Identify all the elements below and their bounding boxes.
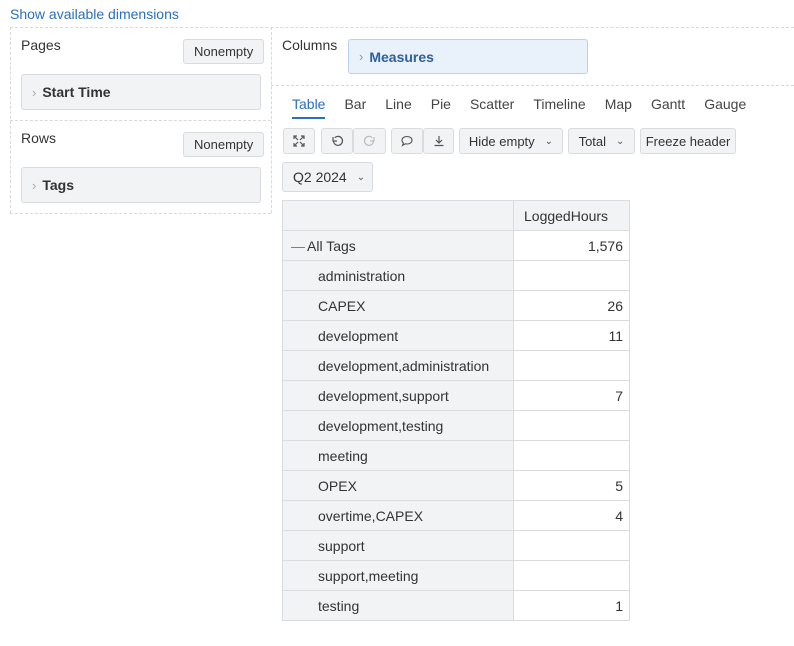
- divider: [271, 27, 272, 213]
- tab-gantt[interactable]: Gantt: [651, 96, 685, 119]
- total-label: Total: [578, 133, 607, 149]
- value-cell: 1,576: [513, 230, 630, 261]
- pages-nonempty-button[interactable]: Nonempty: [183, 39, 265, 64]
- tab-bar[interactable]: Bar: [344, 96, 366, 119]
- divider: [10, 213, 271, 214]
- value-cell: 7: [513, 380, 630, 411]
- comment-icon: [401, 135, 413, 147]
- value-cell: [513, 530, 630, 561]
- report-table: LoggedHours — All Tags 1,576 administrati…: [282, 200, 630, 621]
- chevron-right-icon: ›: [359, 49, 364, 64]
- fullscreen-icon: [293, 135, 305, 147]
- show-dimensions-link[interactable]: Show available dimensions: [10, 6, 179, 22]
- row-header[interactable]: development: [282, 320, 514, 351]
- chevron-right-icon: ›: [32, 84, 37, 100]
- table-row: development,support 7: [282, 380, 630, 411]
- row-header[interactable]: OPEX: [282, 470, 514, 501]
- table-row: OPEX 5: [282, 470, 630, 501]
- comment-button[interactable]: [391, 128, 423, 154]
- tab-gauge[interactable]: Gauge: [704, 96, 746, 119]
- row-header[interactable]: meeting: [282, 440, 514, 471]
- chevron-down-icon: ⌄: [356, 171, 366, 183]
- dimension-label: Start Time: [42, 84, 111, 100]
- rows-title: Rows: [21, 130, 57, 146]
- collapse-icon[interactable]: —: [291, 238, 305, 254]
- row-header[interactable]: development,support: [282, 380, 514, 411]
- tab-pie[interactable]: Pie: [431, 96, 451, 119]
- export-button[interactable]: [423, 128, 454, 154]
- divider: [10, 120, 271, 121]
- table-row: — All Tags 1,576: [282, 230, 630, 261]
- row-header[interactable]: administration: [282, 260, 514, 291]
- table-row: support,meeting: [282, 560, 630, 591]
- table-row: testing 1: [282, 590, 630, 621]
- fullscreen-button[interactable]: [283, 128, 315, 154]
- table-row: development,administration: [282, 350, 630, 381]
- table-row: overtime,CAPEX 4: [282, 500, 630, 531]
- table-row: development,testing: [282, 410, 630, 441]
- export-icon: [434, 136, 443, 147]
- dimension-tags[interactable]: › Tags: [21, 167, 261, 203]
- row-header[interactable]: overtime,CAPEX: [282, 500, 514, 531]
- dimension-label: Measures: [369, 48, 434, 65]
- value-cell: 5: [513, 470, 630, 501]
- row-header[interactable]: CAPEX: [282, 290, 514, 321]
- column-header-logged-hours[interactable]: LoggedHours: [513, 200, 630, 231]
- chevron-down-icon: ⌄: [616, 135, 625, 147]
- row-label: All Tags: [307, 237, 356, 254]
- table-row: CAPEX 26: [282, 290, 630, 321]
- value-cell: [513, 440, 630, 471]
- corner-cell: [282, 200, 514, 231]
- columns-title: Columns: [282, 37, 338, 53]
- value-cell: 26: [513, 290, 630, 321]
- value-cell: [513, 260, 630, 291]
- redo-icon: [363, 135, 375, 146]
- tab-map[interactable]: Map: [605, 96, 632, 119]
- freeze-header-button[interactable]: Freeze header: [640, 128, 736, 154]
- row-header[interactable]: support: [282, 530, 514, 561]
- tab-scatter[interactable]: Scatter: [470, 96, 514, 119]
- divider: [10, 27, 794, 28]
- value-cell: 4: [513, 500, 630, 531]
- table-row: support: [282, 530, 630, 561]
- undo-button[interactable]: [321, 128, 353, 154]
- chart-type-tabs: Table Bar Line Pie Scatter Timeline Map …: [292, 96, 765, 119]
- period-selector[interactable]: Q2 2024 ⌄: [282, 162, 373, 192]
- tab-line[interactable]: Line: [385, 96, 411, 119]
- row-header[interactable]: development,administration: [282, 350, 514, 381]
- dimension-measures[interactable]: › Measures: [348, 39, 588, 74]
- redo-button[interactable]: [353, 128, 386, 154]
- divider: [271, 85, 794, 86]
- undo-icon: [332, 135, 344, 146]
- value-cell: [513, 350, 630, 381]
- tab-table[interactable]: Table: [292, 96, 326, 119]
- chevron-right-icon: ›: [32, 177, 37, 193]
- dimension-label: Tags: [42, 177, 74, 193]
- row-header[interactable]: development,testing: [282, 410, 514, 441]
- tab-timeline[interactable]: Timeline: [533, 96, 585, 119]
- table-row: development 11: [282, 320, 630, 351]
- header-row: LoggedHours: [282, 200, 630, 231]
- value-cell: 11: [513, 320, 630, 351]
- hide-empty-dropdown[interactable]: Hide empty ⌄: [459, 128, 563, 154]
- pages-title: Pages: [21, 37, 61, 53]
- value-cell: 1: [513, 590, 630, 621]
- table-row: administration: [282, 260, 630, 291]
- value-cell: [513, 560, 630, 591]
- chevron-down-icon: ⌄: [544, 135, 554, 147]
- row-header[interactable]: support,meeting: [282, 560, 514, 591]
- hide-empty-label: Hide empty: [468, 133, 535, 149]
- dimension-start-time[interactable]: › Start Time: [21, 74, 261, 110]
- total-dropdown[interactable]: Total ⌄: [568, 128, 635, 154]
- rows-nonempty-button[interactable]: Nonempty: [183, 132, 265, 157]
- period-label: Q2 2024: [293, 169, 347, 185]
- row-header[interactable]: — All Tags: [282, 230, 514, 261]
- row-header[interactable]: testing: [282, 590, 514, 621]
- value-cell: [513, 410, 630, 441]
- table-row: meeting: [282, 440, 630, 471]
